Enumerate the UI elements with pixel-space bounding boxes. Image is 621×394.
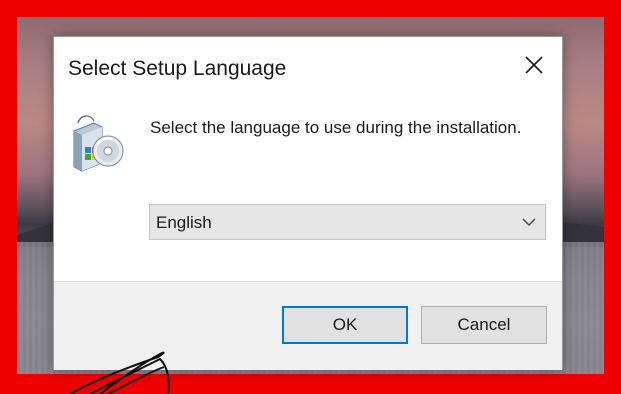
- chevron-down-icon: [522, 218, 536, 226]
- screenshot-frame: Select Setup Language Select the languag…: [0, 0, 621, 394]
- dialog-titlebar[interactable]: Select Setup Language: [54, 37, 562, 99]
- setup-language-dialog: Select Setup Language Select the languag…: [53, 36, 563, 370]
- language-select-value: English: [156, 213, 212, 232]
- dialog-prompt: Select the language to use during the in…: [150, 118, 522, 137]
- hand-drawn-scribble: [69, 351, 170, 394]
- ok-button[interactable]: OK: [282, 306, 408, 344]
- close-button[interactable]: [516, 51, 552, 81]
- close-icon: [525, 56, 543, 74]
- dialog-title: Select Setup Language: [68, 57, 287, 80]
- language-select[interactable]: English: [149, 204, 546, 240]
- setup-cd-icon: [68, 111, 126, 173]
- cancel-button[interactable]: Cancel: [421, 306, 547, 344]
